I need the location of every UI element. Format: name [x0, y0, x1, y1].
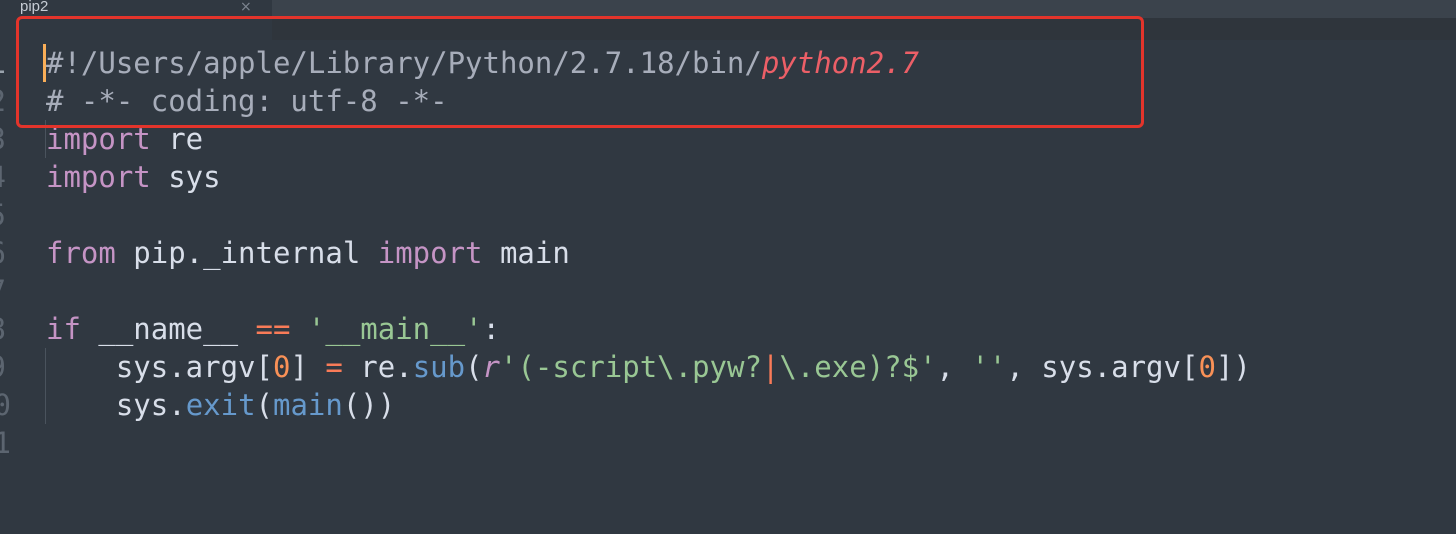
punctuation: :: [482, 312, 500, 346]
function-call: exit: [185, 388, 256, 422]
line-number: 5: [0, 196, 6, 234]
code-line-2: # -*- coding: utf-8 -*-: [46, 82, 448, 120]
code-line-9: sys.argv[0] = re.sub(r'(-script\.pyw?|\.…: [46, 348, 1251, 386]
line-number-gutter: 1 2 3 4 5 6 7 8 9 10 11: [0, 44, 34, 534]
identifier: sys.argv[: [115, 350, 273, 384]
string-prefix: r: [482, 350, 501, 384]
line-number: 7: [0, 272, 6, 310]
number-literal: 0: [272, 350, 291, 384]
identifier: , sys.argv[: [1006, 350, 1199, 384]
keyword: if: [46, 312, 81, 346]
function-call: main: [273, 388, 343, 422]
code-line-1: #!/Users/apple/Library/Python/2.7.18/bin…: [46, 44, 919, 82]
string-literal: '(-script\.pyw?: [500, 350, 762, 384]
code-line-6: from pip._internal import main: [46, 234, 570, 272]
line-number: 11: [0, 426, 11, 460]
line-number: 9: [0, 348, 6, 386]
code-line-10: sys.exit(main()): [46, 386, 395, 424]
identifier: re.: [342, 350, 413, 384]
identifier: re: [150, 122, 204, 156]
tab-title: pip2: [20, 0, 49, 15]
indentation: [46, 350, 116, 384]
identifier: sys: [150, 160, 221, 194]
identifier: __name__: [80, 312, 256, 346]
code-editor[interactable]: #!/Users/apple/Library/Python/2.7.18/bin…: [46, 44, 1446, 444]
tab-pip2[interactable]: pip2 ×: [0, 0, 272, 40]
keyword: import: [46, 122, 151, 156]
identifier: main: [482, 236, 570, 270]
function-call: sub: [412, 350, 466, 384]
keyword: from: [46, 236, 116, 270]
editor-window: pip2 × 1 2 3 4 5 6 7 8 9 10 11 #!/Users/…: [0, 0, 1456, 534]
code-line-4: import sys: [46, 158, 221, 196]
indentation: [46, 388, 116, 422]
code-line-8: if __name__ == '__main__':: [46, 310, 500, 348]
tab-bar: pip2 ×: [0, 0, 1456, 40]
punctuation: ,: [936, 350, 972, 384]
number-literal: 0: [1198, 350, 1216, 384]
line-number: 8: [0, 310, 6, 348]
keyword: import: [377, 236, 483, 270]
line-number: 4: [0, 158, 6, 196]
shebang-interpreter: python2.7: [761, 46, 919, 80]
coding-comment: # -*- coding: utf-8 -*-: [46, 84, 448, 118]
string-literal: '': [971, 350, 1007, 384]
line-number: 3: [0, 120, 6, 158]
code-line-3: import re: [46, 120, 203, 158]
line-number: 10: [0, 388, 11, 422]
regex-alternation: |: [761, 350, 780, 384]
string-literal: '__main__': [307, 312, 483, 346]
operator: =: [325, 350, 343, 384]
identifier: pip._internal: [115, 236, 378, 270]
punctuation: ()): [342, 388, 396, 422]
tab-bar-empty-area: [272, 0, 1456, 18]
tab-bar-divider: [272, 18, 1456, 40]
punctuation: (: [255, 388, 273, 422]
line-number: 2: [0, 82, 6, 120]
shebang-path: #!/Users/apple/Library/Python/2.7.18/bin…: [46, 46, 762, 80]
punctuation: (: [465, 350, 483, 384]
line-number: 1: [0, 44, 6, 82]
keyword: import: [46, 160, 151, 194]
identifier: sys.: [115, 388, 186, 422]
line-number: 6: [0, 234, 6, 272]
operator: ==: [255, 312, 291, 346]
punctuation: ]): [1215, 350, 1251, 384]
text-cursor: [43, 44, 46, 82]
punctuation: ]: [290, 350, 326, 384]
close-icon[interactable]: ×: [240, 0, 252, 17]
string-literal: \.exe)?$': [779, 350, 937, 384]
